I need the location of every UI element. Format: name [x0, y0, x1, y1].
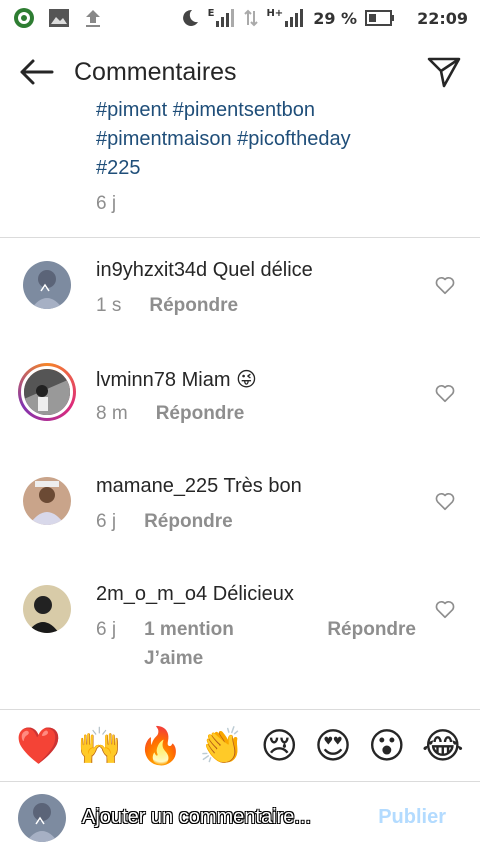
- comment-username[interactable]: 2m_o_m_o4: [96, 583, 207, 605]
- clapping-hands-emoji[interactable]: 👏: [199, 729, 244, 765]
- back-button[interactable]: [16, 54, 56, 90]
- do-not-disturb-moon-icon: [182, 9, 198, 26]
- divider: [0, 709, 480, 710]
- divider: [0, 237, 480, 238]
- comment-item: 2m_o_m_o4 Délicieux 6 j 1 mention Répond…: [0, 574, 480, 682]
- comment-meta: 6 j Répondre: [96, 511, 233, 533]
- battery-icon: [365, 10, 395, 26]
- red-heart-emoji[interactable]: ❤️: [16, 729, 61, 765]
- post-caption: #piment #pimentsentbon #pimentmaison #pi…: [96, 96, 436, 183]
- comment-username[interactable]: mamane_225: [96, 475, 218, 497]
- emoji-reaction-bar: ❤️ 🙌 🔥 👏 😢 😍 😮 😂: [0, 720, 480, 774]
- battery-percent: 29 %: [313, 8, 358, 28]
- heart-icon[interactable]: [434, 490, 456, 512]
- signal-strength-icon: [216, 9, 235, 27]
- avatar-with-story-ring[interactable]: [18, 363, 76, 421]
- comment-meta: 6 j 1 mention Répondre: [96, 619, 416, 641]
- comment-body: 2m_o_m_o4 Délicieux: [96, 583, 294, 606]
- reply-button[interactable]: Répondre: [327, 619, 416, 641]
- comment-timestamp: 6 j: [96, 511, 117, 532]
- upload-icon: [86, 10, 100, 27]
- comment-meta: 8 m Répondre: [96, 403, 244, 425]
- status-bar: E H+ 29 % 22:09: [0, 0, 480, 36]
- heart-eyes-emoji[interactable]: 😍: [314, 729, 352, 765]
- comment-timestamp: 8 m: [96, 403, 128, 424]
- caption-hashtags-line-3[interactable]: #225: [96, 154, 436, 183]
- comment-username[interactable]: in9yhzxit34d: [96, 259, 207, 281]
- comment-item: lvminn78 Miam 😜 8 m Répondre: [0, 358, 480, 466]
- comment-body: lvminn78 Miam 😜: [96, 367, 257, 392]
- avatar[interactable]: [23, 261, 71, 309]
- caption-hashtags-line-2[interactable]: #pimentmaison #picoftheday: [96, 125, 436, 154]
- raising-hands-emoji[interactable]: 🙌: [77, 729, 122, 765]
- comment-body: mamane_225 Très bon: [96, 475, 302, 498]
- top-app-bar: Commentaires: [0, 44, 480, 100]
- heart-icon[interactable]: [434, 382, 456, 404]
- comment-item: mamane_225 Très bon 6 j Répondre: [0, 466, 480, 574]
- avatar[interactable]: [23, 585, 71, 633]
- comment-text: Très bon: [223, 475, 302, 497]
- reply-button[interactable]: Répondre: [144, 511, 233, 533]
- comment-composer: Ajouter un commentaire... Publier: [0, 790, 480, 846]
- back-arrow-icon: [20, 59, 54, 85]
- likes-count[interactable]: 1 mention: [144, 619, 234, 641]
- like-button[interactable]: J’aime: [144, 648, 203, 670]
- app-notification-icon: [14, 8, 34, 28]
- divider: [0, 781, 480, 782]
- heart-icon[interactable]: [434, 598, 456, 620]
- comment-username[interactable]: lvminn78: [96, 369, 176, 391]
- publish-button[interactable]: Publier: [378, 806, 446, 829]
- heart-icon[interactable]: [434, 274, 456, 296]
- data-transfer-icon: [244, 9, 259, 27]
- comment-input[interactable]: Ajouter un commentaire...: [82, 806, 362, 829]
- comment-meta: 1 s Répondre: [96, 295, 238, 317]
- comment-timestamp: 1 s: [96, 295, 122, 316]
- comment-body: in9yhzxit34d Quel délice: [96, 259, 313, 282]
- comment-item: in9yhzxit34d Quel délice 1 s Répondre: [0, 250, 480, 358]
- reply-button[interactable]: Répondre: [156, 403, 245, 425]
- reply-button[interactable]: Répondre: [149, 295, 238, 317]
- tears-of-joy-emoji[interactable]: 😂: [422, 729, 464, 765]
- avatar[interactable]: [23, 477, 71, 525]
- paper-plane-icon: [427, 57, 461, 88]
- comment-text: Délicieux: [212, 583, 294, 605]
- comment-timestamp: 6 j: [96, 619, 117, 640]
- image-icon: [49, 9, 69, 27]
- surprised-face-emoji[interactable]: 😮: [368, 729, 406, 765]
- comment-text: Quel délice: [212, 259, 313, 281]
- network-type-label-2: H+: [266, 8, 284, 19]
- clock: 22:09: [417, 8, 468, 28]
- crying-face-emoji[interactable]: 😢: [260, 729, 298, 765]
- network-type-label: E: [207, 8, 215, 19]
- current-user-avatar: [18, 794, 66, 842]
- caption-hashtags-line-1[interactable]: #piment #pimentsentbon: [96, 96, 436, 125]
- comment-text: Miam 😜: [181, 369, 257, 391]
- fire-emoji[interactable]: 🔥: [138, 729, 183, 765]
- page-title: Commentaires: [74, 58, 237, 86]
- signal-strength-icon-2: [285, 9, 304, 27]
- share-button[interactable]: [424, 54, 464, 90]
- caption-timestamp: 6 j: [96, 193, 117, 214]
